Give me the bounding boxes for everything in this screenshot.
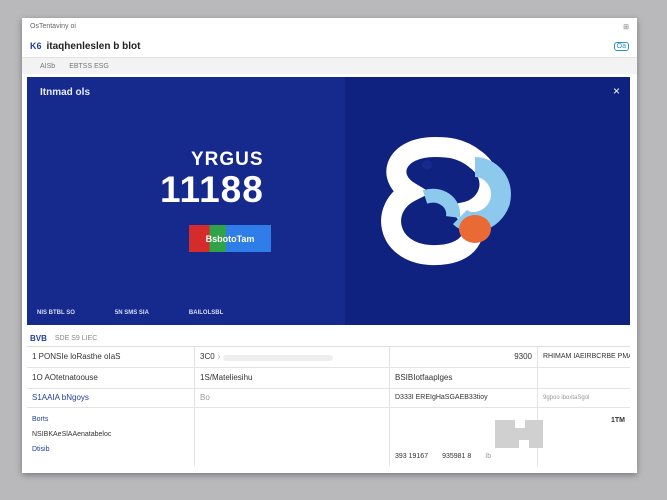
section-header: BVB SDE S9 LIEC [27,330,630,346]
section-title: BVB [30,333,47,343]
table-cell [195,408,390,466]
banner-big-number: 11188 [160,169,264,210]
banner-footer: NIS BTBL SO 5N SMS SIA BAILOLSBL [27,301,630,325]
section-subtitle: SDE S9 LIEC [54,334,98,342]
window-title: OsTentaviny oi [30,23,76,30]
close-icon[interactable]: × [613,84,620,98]
value-label: Ib [485,453,492,460]
progress-track [223,355,334,361]
value-label: 393 19167 [395,453,429,460]
table-cell [538,368,630,388]
chevron-right-icon[interactable]: › [218,350,221,364]
table-cell: 9300 [390,347,538,367]
value-label: 935981 8 [442,453,472,460]
value-stepper[interactable]: 3C0 › [200,350,334,364]
app-window: OsTentaviny oi ⊞ K6 itaqhenleslen b blot… [22,18,637,473]
table-cell: RHIMAM IAEIRBCRBE PMAHTHM [543,353,630,360]
page-title: itaqhenleslen b blot [46,40,141,52]
table-row: 1 PONSIe loRasthe oIaS 3C0 › 9300 RHIMAM… [27,347,630,368]
breadcrumb-item-1[interactable]: AISb [40,63,55,70]
breadcrumb: AISb EBTSS ESG [22,58,637,74]
details-section: BVB SDE S9 LIEC 1 PONSIe loRasthe oIaS 3… [27,330,630,466]
app-header: K6 itaqhenleslen b blot Oa [22,35,637,58]
banner-kicker: YRGUS [191,149,264,170]
table-cell: D333I EREIgHaSGAEB33tioy [390,389,538,407]
details-table: 1 PONSIe loRasthe oIaS 3C0 › 9300 RHIMAM… [27,346,630,466]
table-cell: BSIBIotfaaplges [390,368,538,388]
window-maximize-icon[interactable]: ⊞ [623,23,629,31]
banner-footer-item: 5N SMS SIA [114,310,149,316]
brand-logo: K6 [30,41,42,51]
table-cell: 3C0 › [195,347,390,367]
table-cell: 1O AOtetnatoouse [27,368,195,388]
table-row: S1AAIA bNgoys Bo D333I EREIgHaSGAEB33tio… [27,389,630,408]
value-label: 1TM [611,417,625,424]
account-chip[interactable]: Oa [613,41,629,51]
banner-footer-item: NIS BTBL SO [37,310,75,316]
table-cell: 1TM [538,408,630,466]
banner-title: Itnmad ols [40,87,91,98]
table-cell: 393 19167 935981 8 Ib [390,408,543,466]
stepper-value: 3C0 [200,352,215,361]
table-cell: Borts NSIBKAeSlAAenatabeloc Dtisib [27,408,195,466]
table-cell: 1S/Mateliesihu [195,368,390,388]
banner-footer-item: BAILOLSBL [188,310,224,316]
table-cell[interactable]: S1AAIA bNgoys [27,389,195,407]
list-item[interactable]: Borts [32,416,189,423]
table-cell: Bo [195,389,390,407]
promo-banner: Itnmad ols × YRGUS 11188 BsbotoTam NIS B… [27,77,630,325]
table-cell: 1 PONSIe loRasthe oIaS [27,347,195,367]
brand-symbol-icon [381,137,511,266]
breadcrumb-item-2[interactable]: EBTSS ESG [69,63,109,70]
table-cell: 9gpoo iboxtaSgol [543,395,590,401]
table-row: 1O AOtetnatoouse 1S/Mateliesihu BSIBIotf… [27,368,630,389]
title-bar: OsTentaviny oi ⊞ [22,18,637,35]
banner-cta-button[interactable]: BsbotoTam [189,225,271,252]
table-row: Borts NSIBKAeSlAAenatabeloc Dtisib 393 1… [27,408,630,466]
list-item: NSIBKAeSlAAenatabeloc [32,431,112,438]
list-item[interactable]: Dtisib [32,446,189,453]
